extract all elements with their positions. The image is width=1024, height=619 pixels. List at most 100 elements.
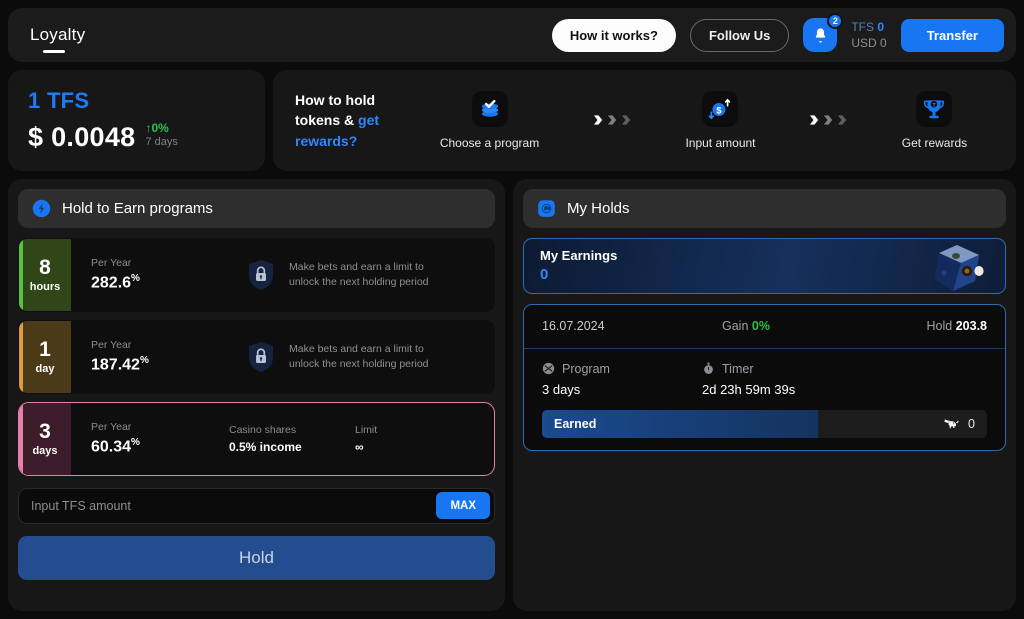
percent-sign: %	[131, 273, 140, 285]
program-color-bar	[19, 402, 23, 475]
limit-metric: Limit ∞	[355, 424, 425, 454]
timer-column-head: Timer	[702, 362, 862, 376]
hold-card-columns: Program 3 days Timer 2d 23h 59m 39s	[542, 362, 987, 397]
hold-amount: Hold 203.8	[927, 319, 987, 333]
casino-shares-metric: Casino shares 0.5% income	[229, 424, 329, 454]
per-year-value: 282.6%	[91, 273, 203, 292]
hold-to-earn-header: Hold to Earn programs	[18, 188, 495, 228]
casino-shares-label: Casino shares	[229, 423, 297, 436]
hold-amount-label: Hold	[926, 319, 953, 334]
per-year-label: Per Year	[91, 421, 132, 434]
how-to-hold-line2: tokens &	[295, 112, 359, 129]
program-column-head: Program	[542, 362, 702, 376]
lock-text-line2: unlock the next holding period	[289, 275, 429, 288]
amount-input-row: MAX	[18, 487, 495, 524]
step-arrow-2	[809, 114, 848, 126]
step-arrow-1	[593, 114, 632, 126]
program-lock-text: Make bets and earn a limit to unlock the…	[289, 342, 429, 372]
tfs-balance-value: 0	[877, 19, 885, 34]
brand-label: Loyalty	[30, 25, 86, 44]
program-duration-number: 1	[39, 337, 51, 361]
panel-title: My Holds	[567, 199, 630, 217]
step-label: Input amount	[685, 135, 756, 150]
program-badge: 8 hours	[19, 238, 71, 311]
program-gear-icon	[542, 363, 555, 375]
how-to-hold-title: How to hold tokens & get rewards?	[295, 90, 413, 151]
lightning-badge-icon	[32, 199, 51, 217]
programs-list: 8 hours Per Year 282.6% Make bets and ea…	[18, 237, 495, 476]
program-duration-unit: day	[35, 362, 55, 375]
panel-title: Hold to Earn programs	[62, 199, 213, 217]
program-color-bar	[19, 238, 23, 311]
hold-gain: Gain 0%	[722, 319, 882, 333]
svg-text:T: T	[933, 103, 937, 109]
earned-progress-bar: Earned 0	[542, 409, 987, 438]
per-year-number: 282.6	[91, 274, 132, 292]
my-earnings-text: My Earnings 0	[540, 248, 617, 283]
limit-value: ∞	[355, 439, 364, 454]
earned-label: Earned	[554, 416, 597, 431]
hold-button[interactable]: Hold	[18, 535, 495, 580]
how-it-works-button[interactable]: How it works?	[551, 18, 676, 52]
program-row-3-days[interactable]: 3 days Per Year 60.34% Casino shares 0.5…	[18, 401, 495, 476]
percent-sign: %	[131, 437, 140, 449]
program-badge: 1 day	[19, 320, 71, 393]
per-year-metric: Per Year 187.42%	[91, 339, 203, 374]
lock-text-line1: Make bets and earn a limit to	[289, 260, 424, 273]
how-to-hold-line1: How to hold	[295, 91, 376, 108]
timer-column-value: 2d 23h 59m 39s	[702, 381, 796, 397]
hold-card-header: 16.07.2024 Gain 0% Hold 203.8	[524, 305, 1005, 349]
program-row-1-day[interactable]: 1 day Per Year 187.42% Make bets and ear…	[18, 319, 495, 394]
lock-text-line2: unlock the next holding period	[289, 357, 429, 370]
svg-text:$: $	[717, 105, 722, 115]
notifications-button[interactable]: 2	[803, 13, 844, 52]
hold-detail-card: 16.07.2024 Gain 0% Hold 203.8 Program 3 …	[523, 303, 1006, 451]
my-holds-header: My Holds	[523, 188, 1006, 228]
hold-date: 16.07.2024	[542, 319, 605, 334]
max-button[interactable]: MAX	[436, 492, 490, 520]
winged-lion-icon	[944, 419, 959, 429]
per-year-label: Per Year	[91, 339, 132, 352]
price-delta: ↑0% 7 days	[146, 121, 178, 153]
follow-us-button[interactable]: Follow Us	[689, 18, 790, 52]
main-content: Hold to Earn programs 8 hours Per Year 2…	[8, 178, 1016, 611]
program-duration-unit: hours	[29, 280, 61, 293]
tfs-amount-input[interactable]	[31, 498, 437, 513]
trophy-icon: T	[916, 90, 953, 127]
casino-shares-value: 0.5% income	[229, 439, 302, 454]
steps-flow: Choose a program $ Input amount T Get re…	[413, 90, 994, 150]
dollar-arrows-icon: $	[702, 90, 739, 127]
header-actions: How it works? Follow Us 2 TFS 0 USD 0 Tr…	[551, 13, 1004, 52]
hold-to-earn-panel: Hold to Earn programs 8 hours Per Year 2…	[8, 178, 505, 611]
dice-image	[935, 244, 984, 291]
hold-gain-label: Gain	[722, 319, 749, 334]
price-value: $ 0.0048	[28, 121, 136, 152]
brand-underline	[43, 50, 65, 53]
earned-amount-group: 0	[943, 416, 987, 431]
how-to-hold-hl2: rewards?	[295, 132, 358, 149]
my-earnings-card: My Earnings 0	[523, 237, 1006, 294]
lock-text-line1: Make bets and earn a limit to	[289, 342, 424, 355]
step-label: Get rewards	[901, 135, 968, 150]
step-get-rewards: T Get rewards	[901, 90, 968, 150]
price-main: $ 0.0048 ↑0% 7 days	[28, 121, 245, 153]
program-body: Per Year 187.42% Make bets and earn a li…	[71, 321, 494, 393]
program-duration-unit: days	[32, 444, 58, 457]
program-column-label: Program	[562, 361, 610, 376]
program-lock-note: Make bets and earn a limit to unlock the…	[247, 259, 429, 291]
lock-shield-icon	[249, 259, 273, 290]
program-color-bar	[19, 320, 23, 393]
app-header: Loyalty How it works? Follow Us 2 TFS 0 …	[8, 8, 1016, 62]
top-row: 1 TFS $ 0.0048 ↑0% 7 days How to hold to…	[8, 70, 1016, 171]
coin-badge-icon	[538, 199, 555, 217]
program-lock-note: Make bets and earn a limit to unlock the…	[247, 341, 429, 373]
hold-gain-value: 0%	[751, 319, 770, 334]
per-year-number: 60.34	[91, 438, 132, 456]
transfer-button[interactable]: Transfer	[900, 18, 1004, 52]
program-badge: 3 days	[19, 402, 71, 475]
per-year-metric: Per Year 282.6%	[91, 257, 203, 292]
price-card-title: 1 TFS	[28, 88, 90, 113]
limit-label: Limit	[355, 423, 378, 436]
program-row-8-hours[interactable]: 8 hours Per Year 282.6% Make bets and ea…	[18, 237, 495, 312]
brand-logo[interactable]: Loyalty	[30, 25, 86, 53]
